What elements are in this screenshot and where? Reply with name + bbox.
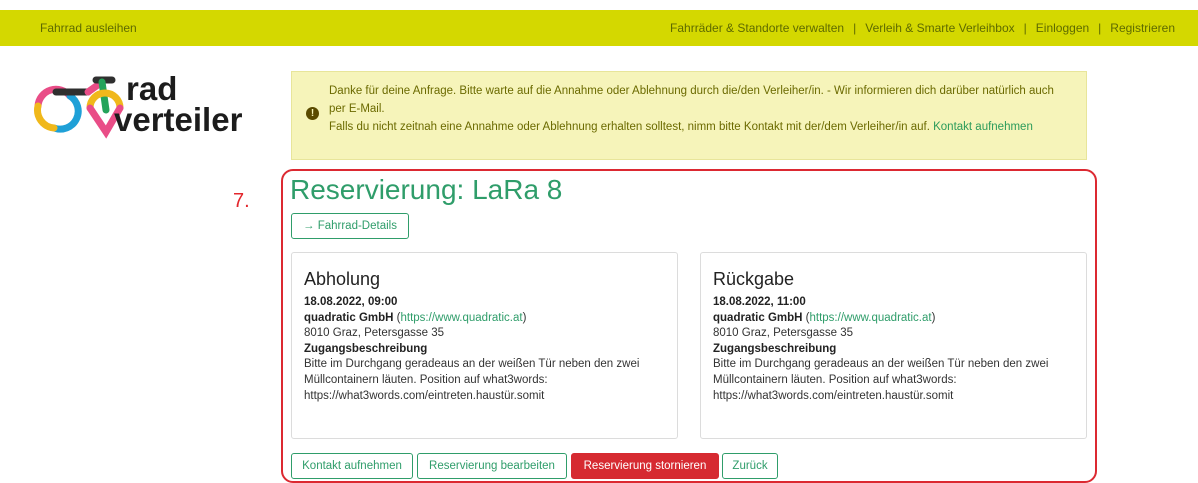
pickup-company-line: quadratic GmbH (https://www.quadratic.at… [304,311,527,324]
pickup-datetime: 18.08.2022, 09:00 [304,296,398,308]
alert-line-2-wrap: Falls du nicht zeitnah eine Annahme oder… [329,118,1072,136]
page-title: Reservierung: LaRa 8 [290,174,563,205]
pickup-heading: Abholung [304,269,381,289]
return-heading: Rückgabe [713,269,795,289]
pickup-card: Abholung 18.08.2022, 09:00 quadratic Gmb… [291,252,678,439]
info-alert: ! Danke für deine Anfrage. Bitte warte a… [291,71,1087,160]
alert-contact-link[interactable]: Kontakt aufnehmen [933,121,1033,133]
exclamation-circle-icon: ! [306,107,319,120]
return-card: Rückgabe 18.08.2022, 11:00 quadratic Gmb… [700,252,1087,439]
cancel-reservation-button[interactable]: Reservierung stornieren [571,453,719,479]
alert-line-2: Falls du nicht zeitnah eine Annahme oder… [329,121,930,133]
step-marker: 7. [233,190,250,212]
back-button[interactable]: Zurück [722,453,778,479]
return-access-text: Bitte im Durchgang geradeaus an der weiß… [713,358,1049,402]
nav-link-login[interactable]: Einloggen [1027,21,1098,35]
return-company-url[interactable]: https://www.quadratic.at [810,312,932,324]
radverteiler-logo[interactable]: rad verteiler [30,62,270,144]
alert-line-1: Danke für deine Anfrage. Bitte warte auf… [329,85,1054,115]
top-navbar: Fahrrad ausleihen Fahrräder & Standorte … [0,10,1198,46]
nav-link-rent-bike[interactable]: Fahrrad ausleihen [0,21,137,35]
return-access-heading: Zugangsbeschreibung [713,342,837,355]
edit-reservation-button[interactable]: Reservierung bearbeiten [417,453,567,479]
pickup-company: quadratic GmbH [304,311,394,324]
pickup-company-url[interactable]: https://www.quadratic.at [401,312,523,324]
return-datetime: 18.08.2022, 11:00 [713,296,806,308]
return-company-line: quadratic GmbH (https://www.quadratic.at… [713,311,936,324]
pickup-access-heading: Zugangsbeschreibung [304,342,428,355]
logo-text-verteiler: verteiler [114,101,243,138]
return-company: quadratic GmbH [713,311,803,324]
bike-details-button[interactable]: → Fahrrad-Details [291,213,409,239]
nav-link-rental-box[interactable]: Verleih & Smarte Verleihbox [856,21,1023,35]
nav-link-register[interactable]: Registrieren [1101,21,1184,35]
return-address: 8010 Graz, Petersgasse 35 [713,327,853,340]
contact-button[interactable]: Kontakt aufnehmen [291,453,413,479]
pickup-access-text: Bitte im Durchgang geradeaus an der weiß… [304,358,640,402]
nav-link-manage-bikes[interactable]: Fahrräder & Standorte verwalten [661,21,853,35]
nav-right-links: Fahrräder & Standorte verwalten | Verlei… [661,21,1198,35]
pickup-address: 8010 Graz, Petersgasse 35 [304,327,444,340]
